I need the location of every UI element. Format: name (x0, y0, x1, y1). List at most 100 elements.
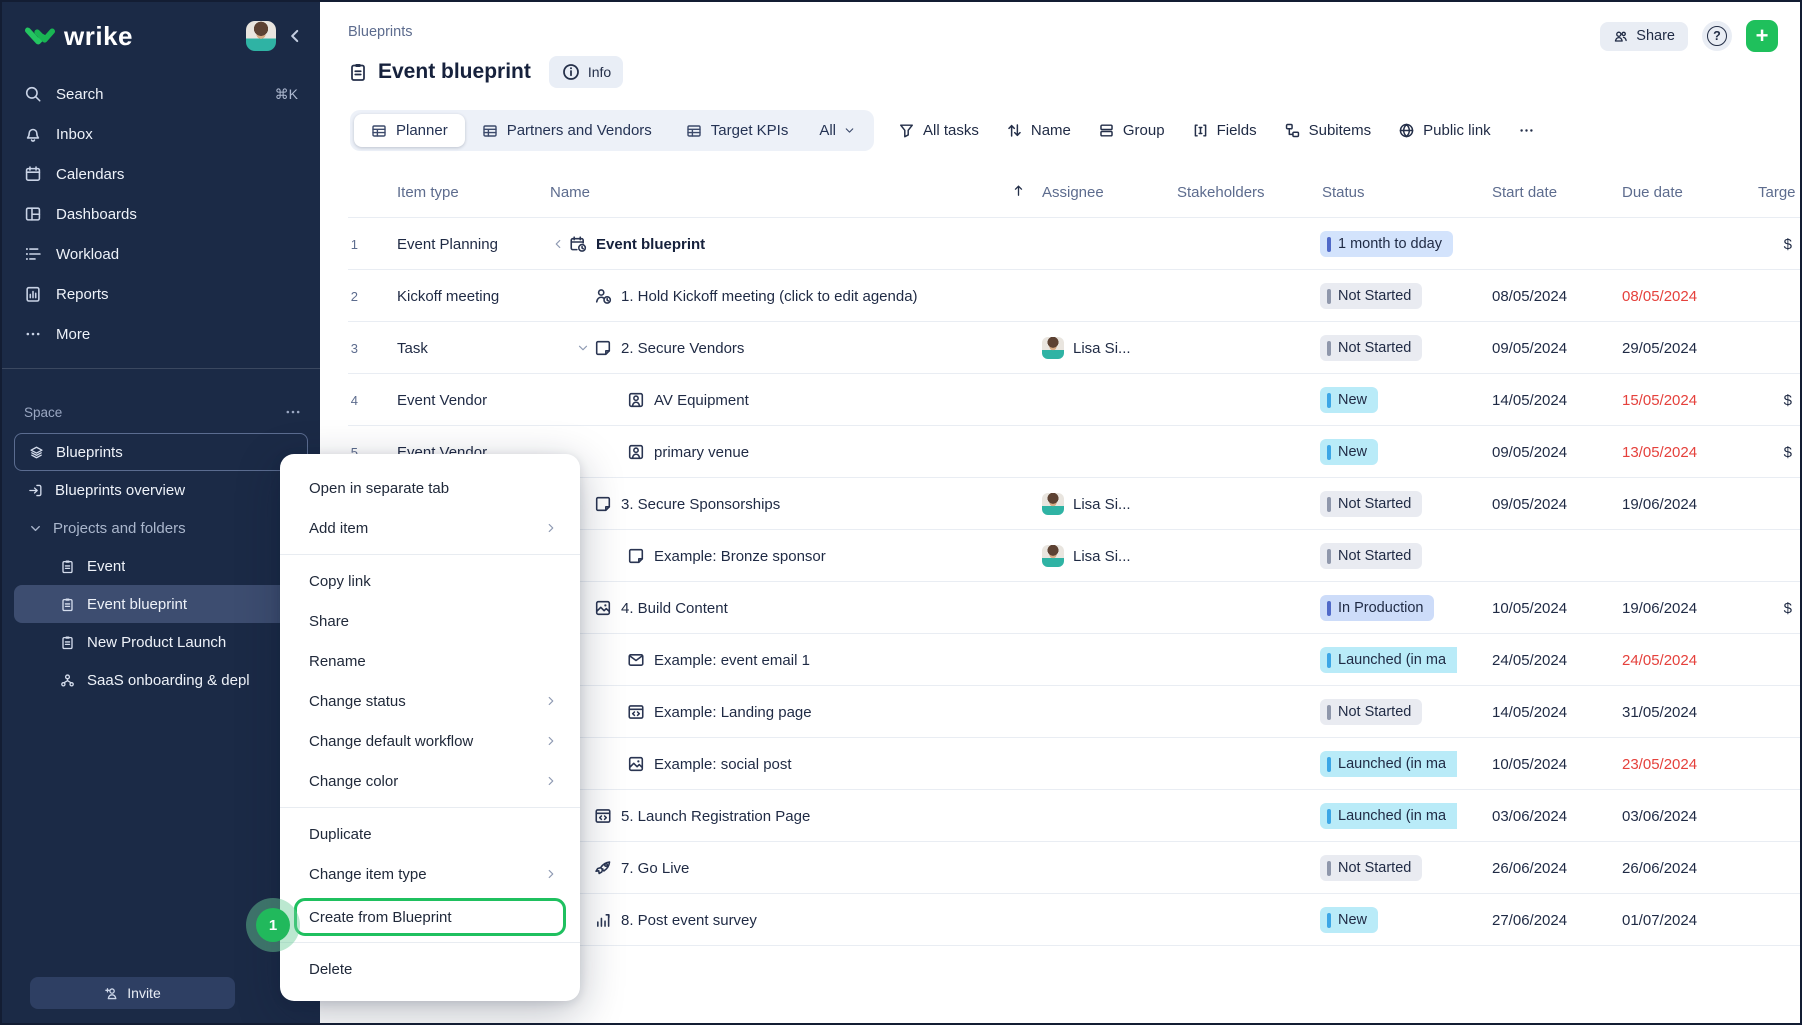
menu-item-open-in-separate-tab[interactable]: Open in separate tab (280, 468, 580, 508)
menu-item-add-item[interactable]: Add item (280, 508, 580, 548)
name-cell[interactable]: Example: event email 1 (542, 651, 1032, 669)
menu-item-share[interactable]: Share (280, 601, 580, 641)
due-date-cell[interactable]: 26/06/2024 (1610, 860, 1740, 877)
table-row[interactable]: 2Kickoff meeting1. Hold Kickoff meeting … (320, 270, 1800, 322)
due-date-cell[interactable]: 23/05/2024 (1610, 756, 1740, 773)
status-badge[interactable]: 1 month to dday (1320, 231, 1453, 257)
header-name[interactable]: Name (542, 183, 1032, 202)
start-date-cell[interactable]: 14/05/2024 (1482, 392, 1610, 409)
name-cell[interactable]: 3. Secure Sponsorships (542, 495, 1032, 513)
due-date-cell[interactable]: 19/06/2024 (1610, 496, 1740, 513)
tab-planner[interactable]: Planner (354, 114, 465, 147)
status-cell[interactable]: Not Started (1312, 283, 1482, 309)
sidebar-item-reports[interactable]: Reports (2, 274, 320, 314)
menu-item-delete[interactable]: Delete (280, 949, 580, 989)
item-name[interactable]: 2. Secure Vendors (621, 340, 744, 357)
sidebar-collapse-icon[interactable] (286, 27, 304, 45)
toolbar-fields[interactable]: Fields (1192, 122, 1257, 139)
status-cell[interactable]: New (1312, 907, 1482, 933)
name-cell[interactable]: 8. Post event survey (542, 911, 1032, 929)
status-badge[interactable]: New (1320, 387, 1378, 413)
sidebar-item-more[interactable]: More (2, 314, 320, 354)
menu-item-change-default-workflow[interactable]: Change default workflow (280, 721, 580, 761)
menu-item-change-item-type[interactable]: Change item type (280, 854, 580, 894)
info-button[interactable]: Info (549, 56, 623, 88)
header-due-date[interactable]: Due date (1610, 184, 1740, 201)
target-cell[interactable]: $ (1740, 236, 1802, 253)
due-date-cell[interactable]: 31/05/2024 (1610, 704, 1740, 721)
collapse-down-icon[interactable] (572, 341, 594, 355)
item-name[interactable]: primary venue (654, 444, 749, 461)
name-cell[interactable]: 2. Secure Vendors (542, 339, 1032, 357)
assignee-cell[interactable]: Lisa Si... (1032, 545, 1167, 567)
help-button[interactable]: ? (1702, 21, 1732, 51)
status-cell[interactable]: New (1312, 387, 1482, 413)
due-date-cell[interactable]: 19/06/2024 (1610, 600, 1740, 617)
status-badge[interactable]: Not Started (1320, 855, 1422, 881)
name-cell[interactable]: 1. Hold Kickoff meeting (click to edit a… (542, 287, 1032, 305)
sidebar-item-projects-and-folders[interactable]: Projects and folders (14, 509, 308, 547)
item-name[interactable]: 7. Go Live (621, 860, 689, 877)
breadcrumb[interactable]: Blueprints (348, 24, 412, 40)
item-type-cell[interactable]: Event Planning (380, 236, 542, 253)
menu-item-change-color[interactable]: Change color (280, 761, 580, 801)
item-name[interactable]: Example: Landing page (654, 704, 812, 721)
status-badge[interactable]: Not Started (1320, 335, 1422, 361)
share-button[interactable]: Share (1600, 22, 1688, 51)
space-more-icon[interactable] (284, 403, 302, 421)
assignee-avatar[interactable] (1042, 337, 1064, 359)
start-date-cell[interactable]: 14/05/2024 (1482, 704, 1610, 721)
due-date-cell[interactable]: 29/05/2024 (1610, 340, 1740, 357)
name-cell[interactable]: 7. Go Live (542, 859, 1032, 877)
assignee-avatar[interactable] (1042, 545, 1064, 567)
header-assignee[interactable]: Assignee (1032, 184, 1167, 201)
name-cell[interactable]: Example: Bronze sponsor (542, 547, 1032, 565)
table-row[interactable]: 4Event VendorAV EquipmentNew14/05/202415… (320, 374, 1800, 426)
sidebar-item-search[interactable]: Search⌘K (2, 74, 320, 114)
name-cell[interactable]: 5. Launch Registration Page (542, 807, 1032, 825)
due-date-cell[interactable]: 01/07/2024 (1610, 912, 1740, 929)
sidebar-item-dashboards[interactable]: Dashboards (2, 194, 320, 234)
tab-filter-all[interactable]: All (805, 114, 870, 147)
item-name[interactable]: Event blueprint (596, 236, 705, 253)
status-cell[interactable]: Launched (in ma (1312, 803, 1482, 829)
tab-partners-and-vendors[interactable]: Partners and Vendors (465, 114, 669, 147)
status-badge[interactable]: In Production (1320, 595, 1434, 621)
name-cell[interactable]: primary venue (542, 443, 1032, 461)
name-cell[interactable]: Example: Landing page (542, 703, 1032, 721)
header-target[interactable]: Targe (1740, 184, 1802, 201)
due-date-cell[interactable]: 15/05/2024 (1610, 392, 1740, 409)
sidebar-item-workload[interactable]: Workload (2, 234, 320, 274)
status-cell[interactable]: Not Started (1312, 699, 1482, 725)
item-name[interactable]: 8. Post event survey (621, 912, 757, 929)
toolbar-subitems[interactable]: Subitems (1284, 122, 1372, 139)
collapse-left-icon[interactable] (547, 237, 569, 251)
status-cell[interactable]: 1 month to dday (1312, 231, 1482, 257)
start-date-cell[interactable]: 26/06/2024 (1482, 860, 1610, 877)
name-cell[interactable]: Event blueprint (542, 235, 1032, 253)
item-name[interactable]: 1. Hold Kickoff meeting (click to edit a… (621, 288, 918, 305)
sidebar-item-event[interactable]: Event (14, 547, 308, 585)
start-date-cell[interactable]: 09/05/2024 (1482, 340, 1610, 357)
item-type-cell[interactable]: Kickoff meeting (380, 288, 542, 305)
status-badge[interactable]: Launched (in ma (1320, 751, 1457, 777)
sidebar-item-new-product-launch[interactable]: New Product Launch (14, 623, 308, 661)
assignee-cell[interactable]: Lisa Si... (1032, 493, 1167, 515)
name-cell[interactable]: 4. Build Content (542, 599, 1032, 617)
sort-ascending-icon[interactable] (1011, 183, 1026, 202)
menu-item-duplicate[interactable]: Duplicate (280, 814, 580, 854)
start-date-cell[interactable]: 10/05/2024 (1482, 600, 1610, 617)
sidebar-item-saas-onboarding-depl[interactable]: SaaS onboarding & depl (14, 661, 308, 699)
start-date-cell[interactable]: 09/05/2024 (1482, 444, 1610, 461)
toolbar-public-link[interactable]: Public link (1398, 122, 1491, 139)
status-badge[interactable]: New (1320, 907, 1378, 933)
item-name[interactable]: AV Equipment (654, 392, 749, 409)
invite-button[interactable]: Invite (30, 977, 235, 1009)
menu-item-create-from-blueprint[interactable]: Create from Blueprint (294, 898, 566, 936)
start-date-cell[interactable]: 08/05/2024 (1482, 288, 1610, 305)
toolbar-name[interactable]: Name (1006, 122, 1071, 139)
item-name[interactable]: Example: Bronze sponsor (654, 548, 826, 565)
status-badge[interactable]: Not Started (1320, 491, 1422, 517)
status-cell[interactable]: Not Started (1312, 543, 1482, 569)
header-start-date[interactable]: Start date (1482, 184, 1610, 201)
